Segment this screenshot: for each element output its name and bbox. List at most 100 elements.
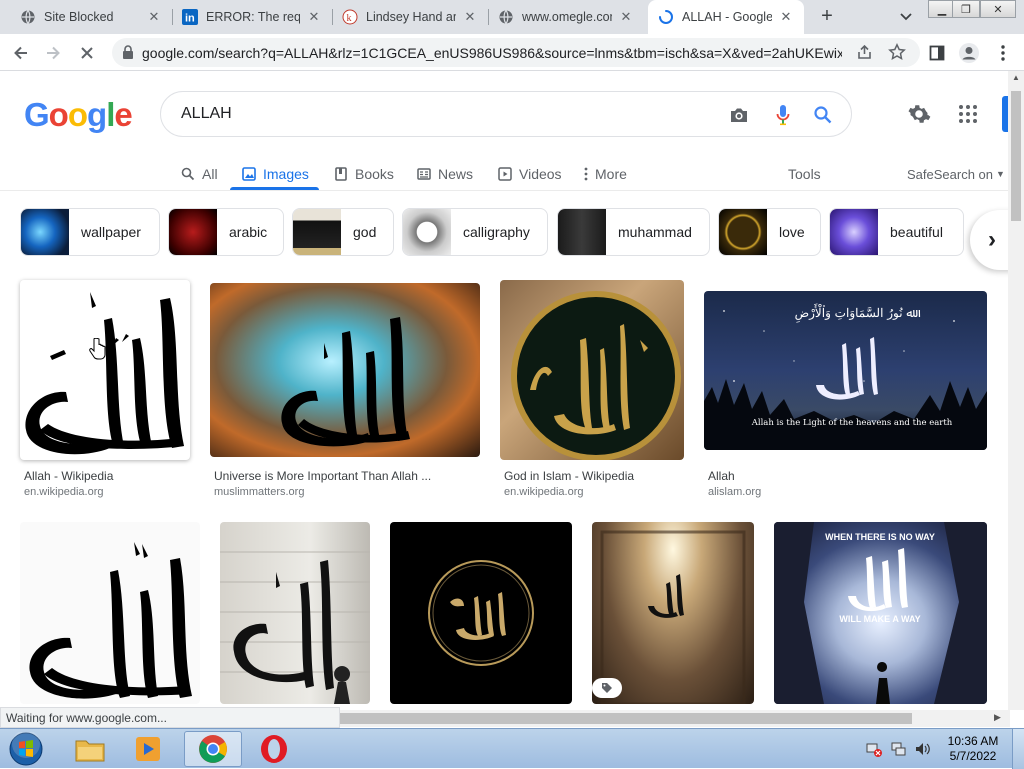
bookmark-star-icon[interactable] — [888, 43, 906, 64]
result-image[interactable] — [390, 522, 572, 704]
tag-icon[interactable] — [592, 678, 622, 698]
lock-icon[interactable] — [122, 45, 134, 62]
tab-videos[interactable]: Videos — [497, 158, 562, 190]
tab-omegle[interactable]: www.omegle.com ✕ — [488, 0, 644, 34]
address-bar[interactable]: google.com/search?q=ALLAH&rlz=1C1GCEA_en… — [112, 38, 920, 67]
search-icon[interactable] — [811, 103, 835, 127]
result-title[interactable]: Allah — [708, 469, 987, 483]
scroll-up-arrow-icon[interactable]: ▲ — [1012, 73, 1020, 82]
search-icon — [180, 166, 196, 182]
forward-button[interactable] — [40, 40, 66, 66]
chevron-down-icon[interactable] — [896, 6, 916, 26]
result-image[interactable] — [20, 280, 190, 460]
side-panel-icon[interactable] — [924, 40, 950, 66]
close-icon — [81, 47, 93, 59]
result-image[interactable] — [592, 522, 754, 704]
search-input[interactable]: ALLAH — [160, 91, 852, 137]
result-title[interactable]: Universe is More Important Than Allah ..… — [214, 469, 480, 483]
chip-muhammad[interactable]: muhammad — [557, 208, 710, 256]
close-tab-icon[interactable]: ✕ — [306, 9, 322, 25]
back-button[interactable] — [8, 40, 34, 66]
result-image[interactable] — [500, 280, 684, 460]
media-player-icon[interactable] — [120, 731, 176, 767]
chip-thumbnail — [293, 209, 341, 255]
tab-news[interactable]: News — [416, 158, 473, 190]
tab-linkedin-error[interactable]: in ERROR: The reque ✕ — [172, 0, 332, 34]
scrollbar-thumb[interactable] — [340, 713, 912, 724]
tab-lindsey-hand[interactable]: k Lindsey Hand and ✕ — [332, 0, 488, 34]
vertical-scrollbar[interactable]: ▲ — [1008, 71, 1024, 710]
clock-time: 10:36 AM — [947, 734, 999, 748]
action-center-icon[interactable] — [890, 741, 906, 760]
divider — [0, 190, 1010, 191]
close-window-button[interactable]: ✕ — [980, 0, 1016, 18]
tab-site-blocked[interactable]: Site Blocked ✕ — [10, 0, 172, 34]
tab-books[interactable]: Books — [333, 158, 394, 190]
tab-label: www.omegle.com — [522, 10, 612, 24]
profile-avatar-icon[interactable] — [956, 40, 982, 66]
close-tab-icon[interactable]: ✕ — [146, 9, 162, 25]
chrome-icon[interactable] — [184, 731, 242, 767]
menu-more-icon[interactable] — [990, 40, 1016, 66]
chip-calligraphy[interactable]: calligraphy — [402, 208, 548, 256]
result-image[interactable] — [220, 522, 370, 704]
mouse-cursor-hand-icon — [88, 337, 106, 363]
result-title[interactable]: Allah - Wikipedia — [24, 469, 190, 483]
horizontal-scrollbar[interactable]: ▶ — [340, 710, 1010, 727]
close-tab-icon[interactable]: ✕ — [778, 9, 794, 25]
chip-wallpaper[interactable]: wallpaper — [20, 208, 160, 256]
google-logo[interactable]: Google — [24, 96, 133, 134]
start-button[interactable] — [4, 731, 48, 767]
chip-thumbnail — [558, 209, 606, 255]
more-vertical-icon — [583, 166, 589, 182]
settings-gear-icon[interactable] — [906, 101, 934, 129]
news-icon — [416, 166, 432, 182]
chip-thumbnail — [169, 209, 217, 255]
stop-loading-button[interactable] — [74, 40, 100, 66]
apps-grid-icon[interactable] — [958, 104, 980, 126]
image-caption-top: WHEN THERE IS NO WAY — [825, 532, 935, 542]
result-image[interactable] — [20, 522, 200, 704]
tools-button[interactable]: Tools — [788, 158, 821, 190]
tab-allah-google[interactable]: ALLAH - Google S ✕ — [648, 0, 804, 34]
safesearch-toggle[interactable]: SafeSearch on ▼ — [907, 158, 1005, 190]
network-error-icon[interactable] — [866, 741, 882, 760]
tab-images[interactable]: Images — [241, 158, 309, 190]
result-image[interactable]: ﷲ نُورُ السَّمَاوَاتِ وَالْأَرْضِ Allah … — [704, 291, 987, 450]
microphone-icon[interactable] — [771, 103, 795, 127]
chip-beautiful[interactable]: beautiful — [829, 208, 964, 256]
show-desktop-button[interactable] — [1012, 729, 1024, 769]
svg-text:in: in — [185, 13, 195, 25]
result-source: en.wikipedia.org — [24, 486, 104, 498]
scroll-right-arrow-icon[interactable]: ▶ — [994, 712, 1001, 723]
chip-god[interactable]: god — [292, 208, 394, 256]
close-tab-icon[interactable]: ✕ — [462, 9, 478, 25]
system-clock[interactable]: 10:36 AM 5/7/2022 — [938, 734, 1008, 764]
share-icon[interactable] — [856, 44, 873, 64]
file-explorer-icon[interactable] — [62, 731, 118, 767]
opera-icon[interactable] — [246, 731, 302, 767]
windows-logo-icon — [9, 732, 43, 766]
tab-more[interactable]: More — [583, 158, 627, 190]
restore-button[interactable]: ❐ — [952, 0, 980, 18]
chip-love[interactable]: love — [718, 208, 821, 256]
result-source: en.wikipedia.org — [504, 486, 584, 498]
arrow-left-icon — [14, 46, 27, 60]
new-tab-button[interactable]: + — [816, 5, 838, 27]
volume-icon[interactable] — [914, 741, 932, 760]
result-image[interactable] — [210, 283, 480, 457]
close-tab-icon[interactable]: ✕ — [618, 9, 634, 25]
status-bar: Waiting for www.google.com... — [0, 707, 340, 728]
chip-thumbnail — [403, 209, 451, 255]
video-icon — [497, 166, 513, 182]
chip-arabic[interactable]: arabic — [168, 208, 284, 256]
svg-text:k: k — [347, 13, 352, 24]
result-image[interactable]: WHEN THERE IS NO WAY WILL MAKE A WAY — [774, 522, 987, 704]
result-title[interactable]: God in Islam - Wikipedia — [504, 469, 684, 483]
search-query[interactable]: ALLAH — [181, 105, 232, 123]
scrollbar-thumb[interactable] — [1011, 91, 1021, 221]
camera-icon[interactable] — [727, 103, 751, 127]
browser-toolbar: google.com/search?q=ALLAH&rlz=1C1GCEA_en… — [0, 34, 1024, 71]
tab-all[interactable]: All — [180, 158, 218, 190]
loading-icon — [658, 9, 674, 25]
